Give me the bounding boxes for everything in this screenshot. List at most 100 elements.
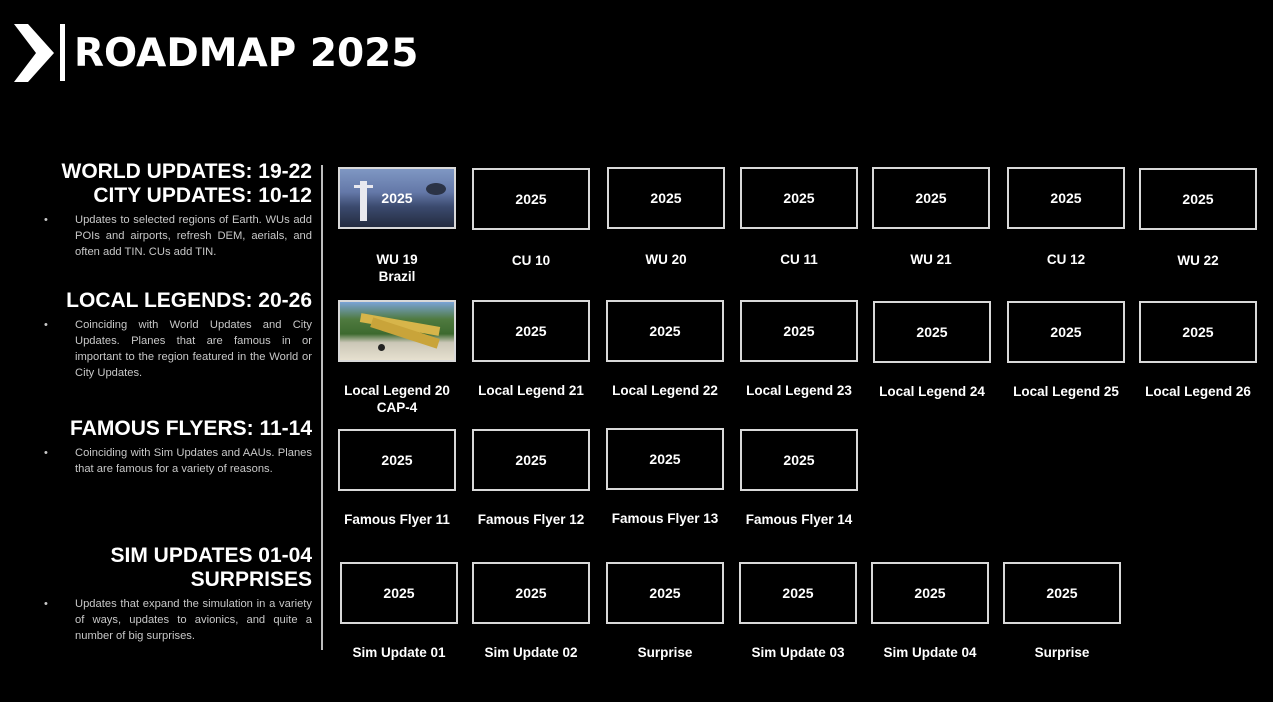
card-year: 2025 [649,323,681,339]
roadmap-card-local-legend-25[interactable]: 2025 Local Legend 25 [1007,301,1125,399]
card-year: 2025 [515,452,547,468]
section-local-legends: LOCAL LEGENDS: 20-26 • Coinciding with W… [20,289,312,381]
card-thumbnail[interactable]: 2025 [739,562,857,624]
heading-line: WORLD UPDATES: 19-22 [61,160,312,183]
card-thumbnail[interactable]: 2025 [740,429,858,491]
section-heading: SIM UPDATES 01-04 SURPRISES [20,544,313,592]
section-sim-updates: SIM UPDATES 01-04 SURPRISES • Updates th… [20,544,312,644]
roadmap-card-local-legend-24[interactable]: 2025 Local Legend 24 [873,301,991,399]
card-thumbnail[interactable]: 2025 [472,300,590,362]
card-thumbnail[interactable]: 2025 [1003,562,1121,624]
card-thumbnail[interactable]: 2025 [607,167,725,229]
bullet-icon: • [44,598,48,610]
card-thumbnail[interactable]: 2025 [740,167,858,229]
card-year: 2025 [649,585,681,601]
roadmap-card-famous-flyer-13[interactable]: 2025 Famous Flyer 13 [606,428,724,526]
section-description: • Updates that expand the simulation in … [20,596,312,644]
roadmap-card-local-legend-23[interactable]: 2025 Local Legend 23 [740,300,858,398]
bullet-icon: • [44,214,48,226]
roadmap-card-wu19[interactable]: 2025 WU 19 Brazil [338,167,456,284]
plane-wheel-shape [378,344,385,351]
section-heading: WORLD UPDATES: 19-22 CITY UPDATES: 10-12 [20,160,312,208]
card-thumbnail[interactable]: 2025 [338,429,456,491]
card-year: 2025 [782,585,814,601]
roadmap-card-cu12[interactable]: 2025 CU 12 [1007,167,1125,267]
card-thumbnail[interactable]: 2025 [338,167,456,229]
cap4-plane-image [340,302,454,360]
card-thumbnail[interactable]: 2025 [472,168,590,230]
roadmap-card-local-legend-26[interactable]: 2025 Local Legend 26 [1139,301,1257,399]
description-text: Coinciding with World Updates and City U… [75,319,312,379]
roadmap-card-local-legend-20[interactable]: Local Legend 20 CAP-4 [338,300,456,415]
card-label: WU 22 [1177,253,1219,268]
roadmap-card-cu10[interactable]: 2025 CU 10 [472,168,590,268]
card-thumbnail[interactable]: 2025 [1139,168,1257,230]
heading-line: CITY UPDATES: 10-12 [93,184,312,207]
section-description: • Coinciding with World Updates and City… [20,317,312,381]
card-year: 2025 [383,585,415,601]
roadmap-card-sim-update-03[interactable]: 2025 Sim Update 03 [739,562,857,660]
roadmap-card-sim-update-02[interactable]: 2025 Sim Update 02 [472,562,590,660]
card-thumbnail[interactable]: 2025 [472,562,590,624]
roadmap-card-wu21[interactable]: 2025 WU 21 [872,167,990,267]
page-title: ROADMAP 2025 [74,31,419,76]
card-thumbnail[interactable]: 2025 [1139,301,1257,363]
heading-line: SURPRISES [190,568,312,591]
card-thumbnail[interactable]: 2025 [472,429,590,491]
card-thumbnail[interactable]: 2025 [606,300,724,362]
card-thumbnail[interactable]: 2025 [740,300,858,362]
card-thumbnail[interactable]: 2025 [873,301,991,363]
roadmap-card-wu22[interactable]: 2025 WU 22 [1139,168,1257,268]
roadmap-card-sim-update-01[interactable]: 2025 Sim Update 01 [340,562,458,660]
card-year: 2025 [515,323,547,339]
card-year: 2025 [915,190,947,206]
section-description: • Coinciding with Sim Updates and AAUs. … [20,445,312,477]
roadmap-card-wu20[interactable]: 2025 WU 20 [607,167,725,267]
bullet-icon: • [44,447,48,459]
roadmap-card-famous-flyer-14[interactable]: 2025 Famous Flyer 14 [740,429,858,527]
roadmap-card-cu11[interactable]: 2025 CU 11 [740,167,858,267]
roadmap-card-surprise-2[interactable]: 2025 Surprise [1003,562,1121,660]
roadmap-card-local-legend-22[interactable]: 2025 Local Legend 22 [606,300,724,398]
card-thumbnail[interactable]: 2025 [340,562,458,624]
chevron-right-logo-icon [14,24,54,82]
roadmap-card-sim-update-04[interactable]: 2025 Sim Update 04 [871,562,989,660]
description-text: Coinciding with Sim Updates and AAUs. Pl… [75,447,312,475]
card-thumbnail[interactable]: 2025 [1007,301,1125,363]
statue-arms-shape [354,185,373,188]
card-year: 2025 [1182,191,1214,207]
card-year: 2025 [914,585,946,601]
card-label: Local Legend 26 [1145,384,1251,399]
card-thumbnail[interactable]: 2025 [872,167,990,229]
blimp-shape [426,183,446,195]
card-thumbnail[interactable]: 2025 [1007,167,1125,229]
roadmap-card-surprise-1[interactable]: 2025 Surprise [606,562,724,660]
card-year: 2025 [783,190,815,206]
section-world-updates: WORLD UPDATES: 19-22 CITY UPDATES: 10-12… [20,160,312,260]
card-year: 2025 [515,191,547,207]
card-year: 2025 [1182,324,1214,340]
card-thumbnail[interactable]: 2025 [606,428,724,490]
card-year: 2025 [650,190,682,206]
heading-line: SIM UPDATES 01-04 [110,544,313,567]
card-year: 2025 [1050,190,1082,206]
section-famous-flyers: FAMOUS FLYERS: 11-14 • Coinciding with S… [20,417,312,477]
card-thumbnail[interactable] [338,300,456,362]
logo-divider [60,24,65,81]
roadmap-card-local-legend-21[interactable]: 2025 Local Legend 21 [472,300,590,398]
card-year: 2025 [1046,585,1078,601]
card-thumbnail[interactable]: 2025 [871,562,989,624]
card-year: 2025 [649,451,681,467]
heading-line: FAMOUS FLYERS: 11-14 [70,417,312,440]
card-year: 2025 [515,585,547,601]
card-subtitle: Brazil [378,269,416,284]
section-heading: LOCAL LEGENDS: 20-26 [20,289,312,313]
card-year: 2025 [381,452,413,468]
section-description: • Updates to selected regions of Earth. … [20,212,312,260]
roadmap-card-famous-flyer-11[interactable]: 2025 Famous Flyer 11 [338,429,456,527]
card-year: 2025 [1050,324,1082,340]
roadmap-card-famous-flyer-12[interactable]: 2025 Famous Flyer 12 [472,429,590,527]
card-thumbnail[interactable]: 2025 [606,562,724,624]
card-year: 2025 [916,324,948,340]
description-text: Updates that expand the simulation in a … [75,598,312,642]
